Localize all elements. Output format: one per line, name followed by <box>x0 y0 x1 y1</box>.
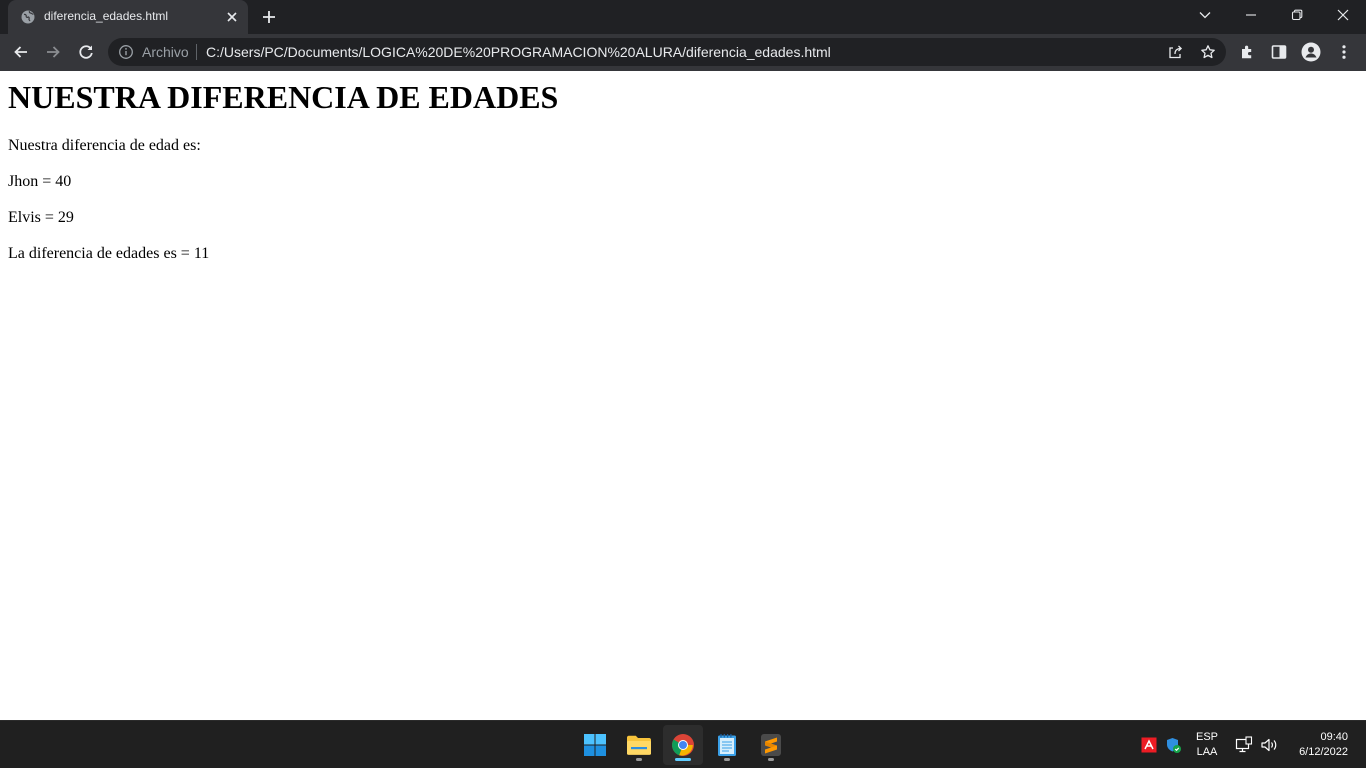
intro-paragraph: Nuestra diferencia de edad es: <box>8 137 201 154</box>
profile-avatar-icon[interactable] <box>1301 42 1321 62</box>
age-difference-paragraph: La diferencia de edades es = 11 <box>8 245 210 262</box>
windows-taskbar: ESP LAA 09:40 6/12/2022 <box>0 720 1366 768</box>
tab-title: diferencia_edades.html <box>44 9 169 23</box>
tab-search-icon[interactable] <box>1182 0 1228 30</box>
clock-time: 09:40 <box>1320 731 1348 743</box>
browser-tab[interactable]: diferencia_edades.html <box>8 0 248 34</box>
extensions-icon[interactable] <box>1237 42 1257 62</box>
side-panel-icon[interactable] <box>1269 42 1289 62</box>
elvis-age-paragraph: Elvis = 29 <box>8 209 74 226</box>
reload-icon[interactable] <box>76 42 96 62</box>
forward-arrow-icon[interactable] <box>43 42 63 62</box>
volume-icon[interactable] <box>1260 736 1278 754</box>
browser-toolbar: Archivo C:/Users/PC/Documents/LOGICA%20D… <box>0 34 1366 71</box>
jhon-age-paragraph: Jhon = 40 <box>8 173 72 190</box>
chrome-icon[interactable] <box>663 725 703 765</box>
sublime-text-icon[interactable] <box>751 725 791 765</box>
keyboard-layout: LAA <box>1196 746 1218 758</box>
menu-kebab-icon[interactable] <box>1334 42 1354 62</box>
share-icon[interactable] <box>1166 43 1184 61</box>
back-arrow-icon[interactable] <box>11 42 31 62</box>
running-indicator <box>768 758 774 761</box>
url-text[interactable]: C:/Users/PC/Documents/LOGICA%20DE%20PROG… <box>206 44 831 60</box>
minimize-icon[interactable] <box>1228 0 1274 30</box>
globe-icon <box>21 10 35 24</box>
system-clock[interactable]: 09:40 6/12/2022 <box>1286 730 1348 760</box>
address-bar[interactable]: Archivo C:/Users/PC/Documents/LOGICA%20D… <box>108 38 1226 66</box>
tab-close-icon[interactable] <box>224 9 240 25</box>
close-window-icon[interactable] <box>1320 0 1366 30</box>
page-content: NUESTRA DIFERENCIA DE EDADES Nuestra dif… <box>0 71 1366 720</box>
bookmark-star-icon[interactable] <box>1199 43 1217 61</box>
browser-tab-strip: diferencia_edades.html <box>0 0 1366 34</box>
running-indicator <box>636 758 642 761</box>
running-indicator <box>724 758 730 761</box>
info-icon[interactable] <box>118 44 134 60</box>
url-scheme-label: Archivo <box>142 44 189 60</box>
file-explorer-icon[interactable] <box>619 725 659 765</box>
restore-icon[interactable] <box>1274 0 1320 30</box>
new-tab-icon[interactable] <box>260 8 278 26</box>
clock-date: 6/12/2022 <box>1299 746 1348 758</box>
omnibox-divider <box>196 44 197 60</box>
notepad-icon[interactable] <box>707 725 747 765</box>
page-heading: NUESTRA DIFERENCIA DE EDADES <box>8 79 559 115</box>
language-indicator[interactable]: ESP LAA <box>1192 730 1222 760</box>
network-icon[interactable] <box>1235 736 1253 754</box>
windows-security-icon[interactable] <box>1164 736 1182 754</box>
language-code: ESP <box>1195 731 1218 743</box>
amd-software-icon[interactable] <box>1140 736 1158 754</box>
active-indicator <box>675 758 691 761</box>
windows-start-icon[interactable] <box>575 725 615 765</box>
